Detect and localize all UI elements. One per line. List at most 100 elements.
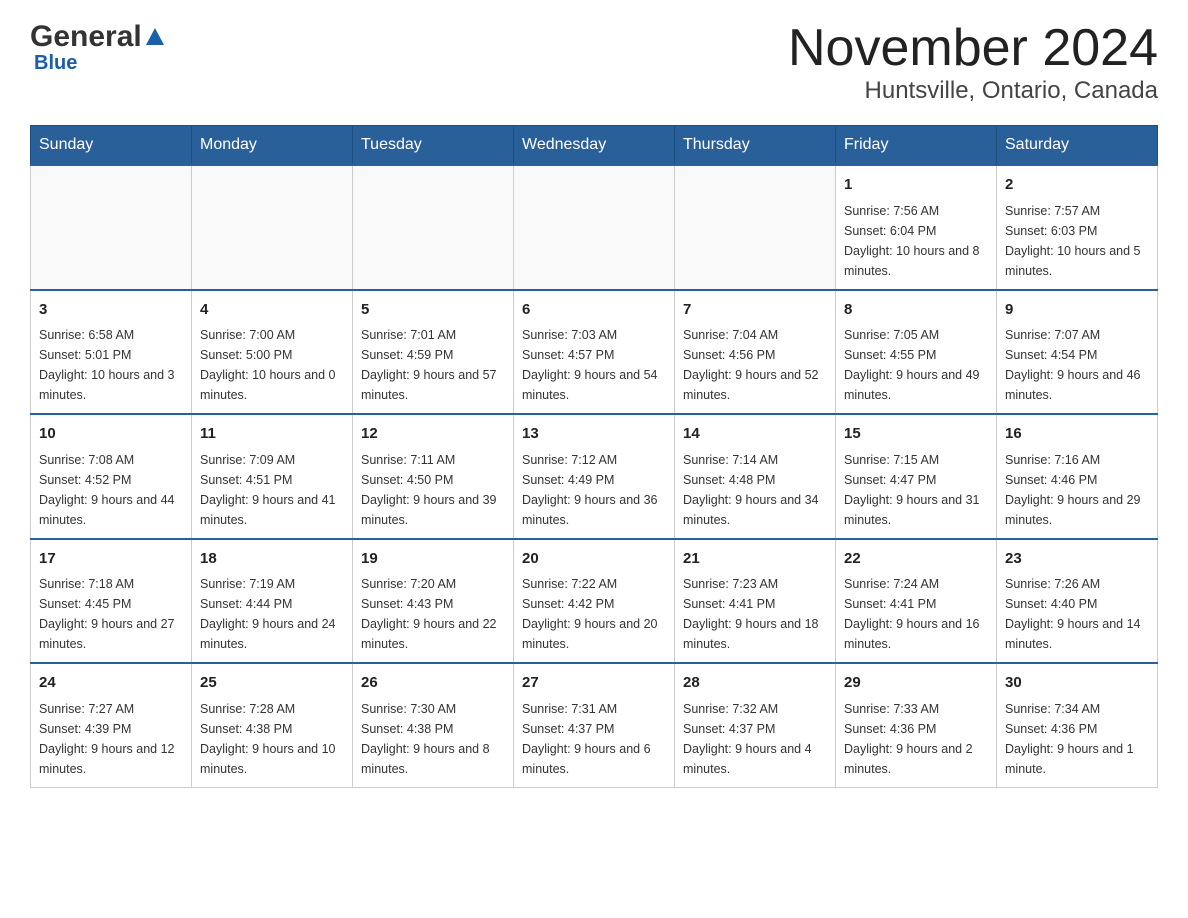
calendar-cell: 28Sunrise: 7:32 AMSunset: 4:37 PMDayligh… xyxy=(675,663,836,787)
calendar-cell: 20Sunrise: 7:22 AMSunset: 4:42 PMDayligh… xyxy=(514,539,675,664)
day-number: 5 xyxy=(361,299,505,322)
header-wednesday: Wednesday xyxy=(514,126,675,166)
day-info: Sunrise: 7:12 AMSunset: 4:49 PMDaylight:… xyxy=(522,450,666,530)
calendar-cell: 15 Sunrise: 7:15 AMSunset: 4:47 PMDayligh… xyxy=(836,414,997,539)
calendar-cell: 17 Sunrise: 7:18 AMSunset: 4:45 PMDayligh… xyxy=(31,539,192,664)
day-info: Sunrise: 7:23 AMSunset: 4:41 PMDaylight:… xyxy=(683,574,827,654)
day-info: Sunrise: 7:14 AMSunset: 4:48 PMDaylight:… xyxy=(683,450,827,530)
day-number: 6 xyxy=(522,299,666,322)
day-number: 12 xyxy=(361,423,505,446)
day-number: 8 xyxy=(844,299,988,322)
calendar-cell: 16Sunrise: 7:16 AMSunset: 4:46 PMDayligh… xyxy=(997,414,1158,539)
day-number: 7 xyxy=(683,299,827,322)
title-area: November 2024 Huntsville, Ontario, Canad… xyxy=(788,20,1158,105)
day-number: 29 xyxy=(844,672,988,695)
day-number: 10 xyxy=(39,423,183,446)
day-info: Sunrise: 7:18 AMSunset: 4:45 PMDaylight:… xyxy=(39,574,183,654)
month-year-title: November 2024 xyxy=(788,20,1158,77)
calendar-cell: 13 Sunrise: 7:12 AMSunset: 4:49 PMDayligh… xyxy=(514,414,675,539)
calendar-cell xyxy=(31,165,192,290)
day-info: Sunrise: 7:24 AMSunset: 4:41 PMDaylight:… xyxy=(844,574,988,654)
week-row-2: 3Sunrise: 6:58 AMSunset: 5:01 PMDaylight… xyxy=(31,290,1158,415)
day-info: Sunrise: 7:34 AMSunset: 4:36 PMDaylight:… xyxy=(1005,699,1149,779)
day-info: Sunrise: 7:04 AMSunset: 4:56 PMDaylight:… xyxy=(683,325,827,405)
calendar-table: Sunday Monday Tuesday Wednesday Thursday… xyxy=(30,125,1158,788)
header-tuesday: Tuesday xyxy=(353,126,514,166)
page-header: General Blue November 2024 Huntsville, O… xyxy=(30,20,1158,105)
day-number: 27 xyxy=(522,672,666,695)
calendar-cell: 12Sunrise: 7:11 AMSunset: 4:50 PMDayligh… xyxy=(353,414,514,539)
day-info: Sunrise: 7:30 AMSunset: 4:38 PMDaylight:… xyxy=(361,699,505,779)
day-info: Sunrise: 7:32 AMSunset: 4:37 PMDaylight:… xyxy=(683,699,827,779)
calendar-cell: 27 Sunrise: 7:31 AMSunset: 4:37 PMDayligh… xyxy=(514,663,675,787)
day-info: Sunrise: 7:27 AMSunset: 4:39 PMDaylight:… xyxy=(39,699,183,779)
day-info: Sunrise: 7:00 AMSunset: 5:00 PMDaylight:… xyxy=(200,325,344,405)
logo: General Blue xyxy=(30,20,166,75)
day-info: Sunrise: 7:33 AMSunset: 4:36 PMDaylight:… xyxy=(844,699,988,779)
day-info: Sunrise: 7:26 AMSunset: 4:40 PMDaylight:… xyxy=(1005,574,1149,654)
calendar-cell: 10 Sunrise: 7:08 AMSunset: 4:52 PMDayligh… xyxy=(31,414,192,539)
calendar-cell: 8 Sunrise: 7:05 AMSunset: 4:55 PMDaylight… xyxy=(836,290,997,415)
week-row-1: 1 Sunrise: 7:56 AMSunset: 6:04 PMDaylight… xyxy=(31,165,1158,290)
calendar-cell: 29 Sunrise: 7:33 AMSunset: 4:36 PMDayligh… xyxy=(836,663,997,787)
day-number: 19 xyxy=(361,548,505,571)
week-row-4: 17 Sunrise: 7:18 AMSunset: 4:45 PMDayligh… xyxy=(31,539,1158,664)
header-thursday: Thursday xyxy=(675,126,836,166)
calendar-cell: 4Sunrise: 7:00 AMSunset: 5:00 PMDaylight… xyxy=(192,290,353,415)
calendar-cell: 7 Sunrise: 7:04 AMSunset: 4:56 PMDaylight… xyxy=(675,290,836,415)
day-info: Sunrise: 7:31 AMSunset: 4:37 PMDaylight:… xyxy=(522,699,666,779)
day-info: Sunrise: 7:07 AMSunset: 4:54 PMDaylight:… xyxy=(1005,325,1149,405)
day-number: 1 xyxy=(844,174,988,197)
day-number: 14 xyxy=(683,423,827,446)
calendar-cell: 14 Sunrise: 7:14 AMSunset: 4:48 PMDayligh… xyxy=(675,414,836,539)
calendar-cell: 5 Sunrise: 7:01 AMSunset: 4:59 PMDaylight… xyxy=(353,290,514,415)
header-friday: Friday xyxy=(836,126,997,166)
calendar-cell: 2Sunrise: 7:57 AMSunset: 6:03 PMDaylight… xyxy=(997,165,1158,290)
day-info: Sunrise: 7:01 AMSunset: 4:59 PMDaylight:… xyxy=(361,325,505,405)
day-number: 26 xyxy=(361,672,505,695)
calendar-cell xyxy=(514,165,675,290)
day-number: 20 xyxy=(522,548,666,571)
calendar-cell: 9 Sunrise: 7:07 AMSunset: 4:54 PMDaylight… xyxy=(997,290,1158,415)
logo-blue-text: Blue xyxy=(30,52,166,75)
calendar-cell: 3Sunrise: 6:58 AMSunset: 5:01 PMDaylight… xyxy=(31,290,192,415)
header-sunday: Sunday xyxy=(31,126,192,166)
day-number: 13 xyxy=(522,423,666,446)
calendar-cell xyxy=(353,165,514,290)
day-number: 23 xyxy=(1005,548,1149,571)
calendar-cell: 22 Sunrise: 7:24 AMSunset: 4:41 PMDayligh… xyxy=(836,539,997,664)
day-number: 9 xyxy=(1005,299,1149,322)
calendar-cell xyxy=(192,165,353,290)
header-saturday: Saturday xyxy=(997,126,1158,166)
calendar-cell: 6 Sunrise: 7:03 AMSunset: 4:57 PMDaylight… xyxy=(514,290,675,415)
day-info: Sunrise: 7:56 AMSunset: 6:04 PMDaylight:… xyxy=(844,201,988,281)
day-number: 30 xyxy=(1005,672,1149,695)
day-number: 21 xyxy=(683,548,827,571)
calendar-cell: 19Sunrise: 7:20 AMSunset: 4:43 PMDayligh… xyxy=(353,539,514,664)
day-info: Sunrise: 7:03 AMSunset: 4:57 PMDaylight:… xyxy=(522,325,666,405)
calendar-header-row: Sunday Monday Tuesday Wednesday Thursday… xyxy=(31,126,1158,166)
day-info: Sunrise: 7:15 AMSunset: 4:47 PMDaylight:… xyxy=(844,450,988,530)
day-number: 15 xyxy=(844,423,988,446)
day-info: Sunrise: 7:05 AMSunset: 4:55 PMDaylight:… xyxy=(844,325,988,405)
day-info: Sunrise: 6:58 AMSunset: 5:01 PMDaylight:… xyxy=(39,325,183,405)
calendar-cell: 24Sunrise: 7:27 AMSunset: 4:39 PMDayligh… xyxy=(31,663,192,787)
calendar-cell: 26 Sunrise: 7:30 AMSunset: 4:38 PMDayligh… xyxy=(353,663,514,787)
day-number: 17 xyxy=(39,548,183,571)
week-row-5: 24Sunrise: 7:27 AMSunset: 4:39 PMDayligh… xyxy=(31,663,1158,787)
day-number: 2 xyxy=(1005,174,1149,197)
day-info: Sunrise: 7:08 AMSunset: 4:52 PMDaylight:… xyxy=(39,450,183,530)
day-number: 22 xyxy=(844,548,988,571)
day-info: Sunrise: 7:28 AMSunset: 4:38 PMDaylight:… xyxy=(200,699,344,779)
calendar-cell: 30 Sunrise: 7:34 AMSunset: 4:36 PMDayligh… xyxy=(997,663,1158,787)
calendar-cell: 21 Sunrise: 7:23 AMSunset: 4:41 PMDayligh… xyxy=(675,539,836,664)
day-number: 18 xyxy=(200,548,344,571)
calendar-cell: 25Sunrise: 7:28 AMSunset: 4:38 PMDayligh… xyxy=(192,663,353,787)
day-info: Sunrise: 7:09 AMSunset: 4:51 PMDaylight:… xyxy=(200,450,344,530)
calendar-cell: 18Sunrise: 7:19 AMSunset: 4:44 PMDayligh… xyxy=(192,539,353,664)
calendar-cell: 11 Sunrise: 7:09 AMSunset: 4:51 PMDayligh… xyxy=(192,414,353,539)
logo-general-text: General xyxy=(30,20,142,54)
day-number: 16 xyxy=(1005,423,1149,446)
day-number: 11 xyxy=(200,423,344,446)
calendar-cell xyxy=(675,165,836,290)
